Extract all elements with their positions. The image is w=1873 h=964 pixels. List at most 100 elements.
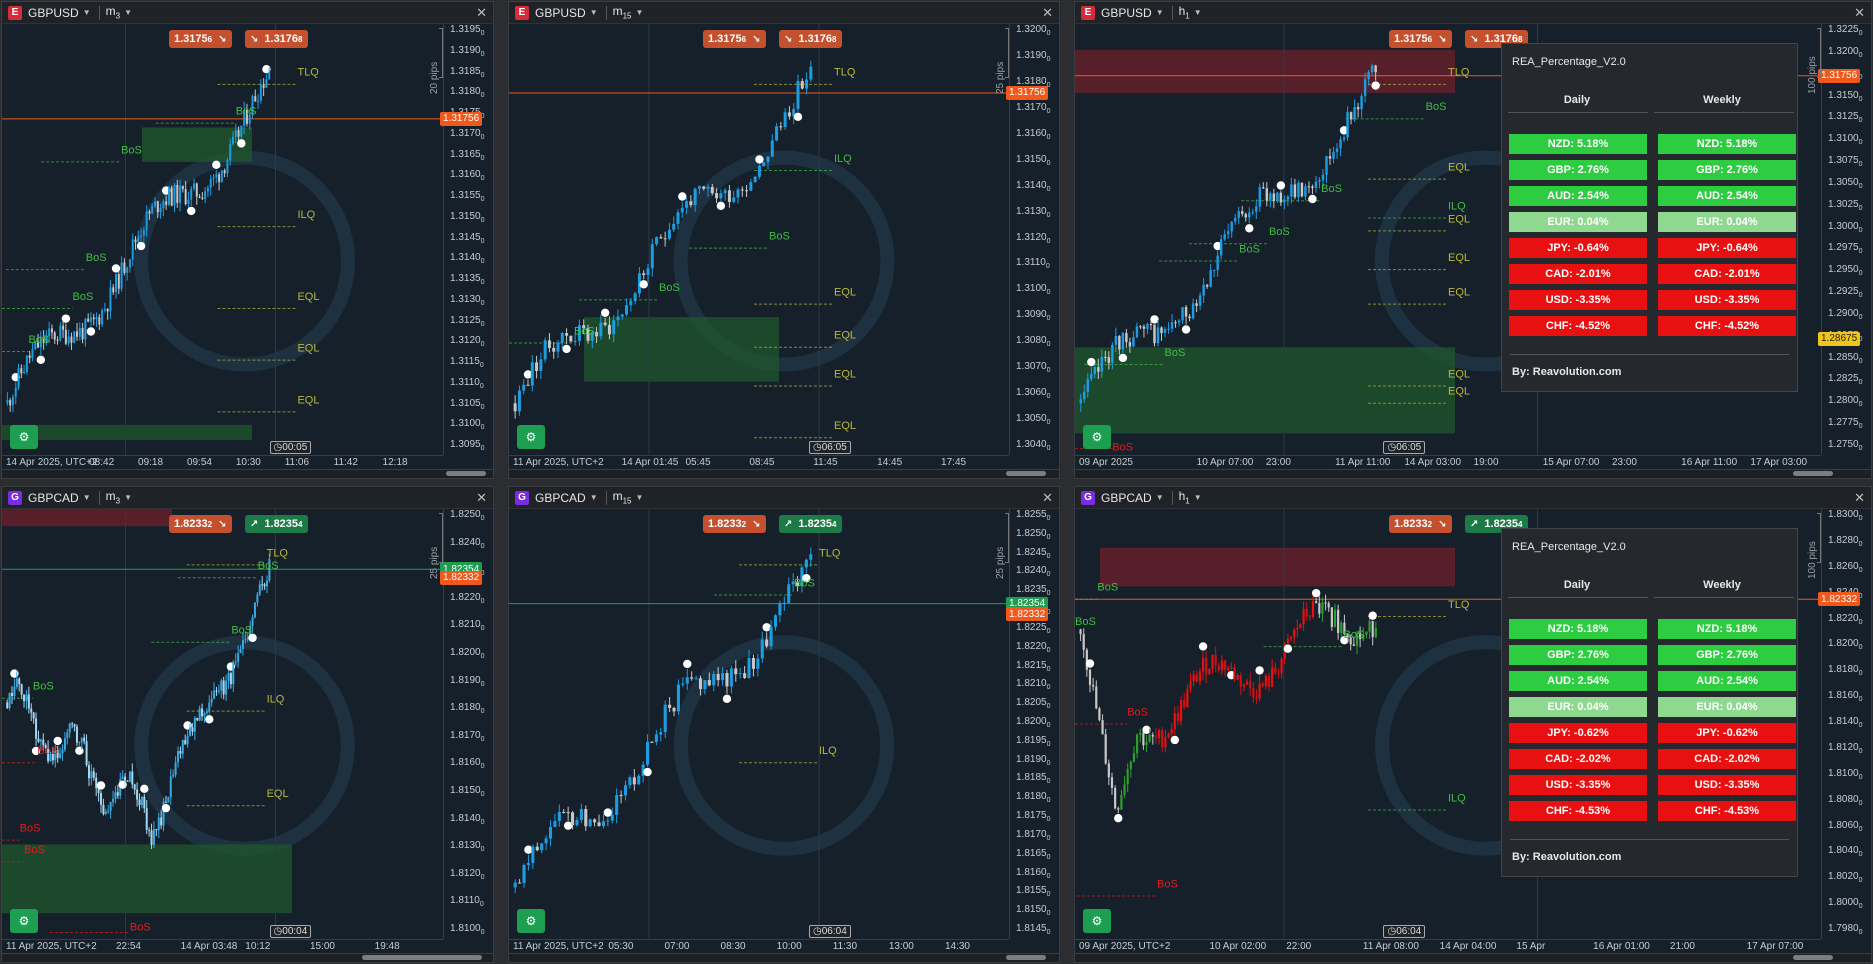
- close-icon[interactable]: ✕: [1042, 5, 1053, 21]
- chart-panel-p6[interactable]: G GBPCAD ▼ h1 ▼ ✕ BoS TLQ BoS BoS BoS ILQ BoS ⚙ 1.8233…: [1074, 486, 1872, 963]
- price-tick-pipette: 0: [1858, 644, 1863, 652]
- bid-price-button[interactable]: 1.3175 6 ↘: [169, 30, 232, 48]
- chart-panel-p1[interactable]: E GBPUSD ▼ m3 ▼ ✕ TLQ BoS BoS ILQ BoS BoS EQL BoS EQL E…: [1, 1, 494, 479]
- price-axis-label: 1.31900: [450, 45, 485, 58]
- bot-icon[interactable]: ⚙: [1083, 909, 1111, 933]
- time-axis[interactable]: 09 Apr 2025, UTC+2 10 Apr 02:00 22:00 11 Ap…: [1075, 939, 1821, 953]
- symbol-dropdown-icon[interactable]: ▼: [83, 493, 91, 502]
- scrollbar-thumb[interactable]: [1005, 955, 1046, 960]
- candle-body: [109, 802, 112, 811]
- arrow-down-right-icon: ↘: [784, 33, 793, 45]
- symbol-name[interactable]: GBPUSD: [1101, 6, 1152, 20]
- candle-body: [1293, 184, 1297, 198]
- candle-body: [9, 400, 12, 406]
- timeframe-dropdown-icon[interactable]: ▼: [1194, 493, 1202, 502]
- symbol-dropdown-icon[interactable]: ▼: [1156, 8, 1164, 17]
- time-axis-label: 11:06: [284, 457, 310, 468]
- time-axis[interactable]: 11 Apr 2025, UTC+2 14 Apr 01:45 05:45 08:45…: [509, 455, 1009, 469]
- close-icon[interactable]: ✕: [476, 490, 487, 506]
- horizontal-scrollbar[interactable]: [509, 469, 1059, 477]
- timeframe-dropdown-icon[interactable]: ▼: [124, 493, 132, 502]
- timeframe[interactable]: h1: [1179, 4, 1190, 20]
- price-tick: 1.3200: [1828, 45, 1859, 57]
- chart-panel-p3[interactable]: E GBPUSD ▼ h1 ▼ ✕ TLQ BoS EQL BoS ILQ EQL BoS EQL BoS E…: [1074, 1, 1872, 479]
- price-chart[interactable]: TLQ BoS BoS ILQ BoS BoS EQL BoS EQL EQL: [2, 24, 443, 455]
- time-axis-label: 12:18: [382, 457, 408, 468]
- chart-panel-p2[interactable]: E GBPUSD ▼ m15 ▼ ✕ TLQ ILQ BoS BoS EQL BoS EQL EQL EQL…: [508, 1, 1060, 479]
- price-chart[interactable]: TLQ ILQ BoS BoS EQL BoS EQL EQL EQL: [509, 24, 1009, 455]
- timeframe-dropdown-icon[interactable]: ▼: [124, 8, 132, 17]
- ask-price-button[interactable]: ↘ 1.3176 8: [245, 30, 308, 48]
- price-axis[interactable]: 1.825501.825001.824501.824001.823501.823…: [1006, 509, 1059, 939]
- symbol-name[interactable]: GBPCAD: [1101, 491, 1152, 505]
- horizontal-scrollbar[interactable]: [2, 953, 493, 961]
- candle-body: [809, 66, 813, 80]
- close-icon[interactable]: ✕: [1854, 490, 1865, 506]
- time-axis-label: 21:00: [1669, 941, 1695, 952]
- timeframe[interactable]: h1: [1179, 489, 1190, 505]
- time-axis[interactable]: 11 Apr 2025, UTC+2 05:30 07:00 08:30 10:00 11…: [509, 939, 1009, 953]
- price-axis-label: 1.30400: [1016, 439, 1051, 452]
- candle-body: [265, 580, 268, 587]
- symbol-dropdown-icon[interactable]: ▼: [590, 8, 598, 17]
- structure-label: BoS: [1157, 878, 1178, 890]
- price-tick: 1.8170: [450, 729, 481, 741]
- timeframe[interactable]: m3: [106, 489, 120, 505]
- horizontal-scrollbar[interactable]: [1075, 953, 1871, 961]
- scrollbar-thumb[interactable]: [1793, 471, 1834, 476]
- candle-body: [743, 673, 747, 678]
- price-axis[interactable]: 1.322501.320001.317501.315001.312501.310…: [1818, 24, 1871, 455]
- symbol-name[interactable]: GBPCAD: [28, 491, 79, 505]
- bot-icon[interactable]: ⚙: [517, 909, 545, 933]
- bid-price-button[interactable]: 1.8233 2 ↘: [703, 515, 766, 533]
- symbol-name[interactable]: GBPUSD: [28, 6, 79, 20]
- scrollbar-thumb[interactable]: [361, 955, 482, 960]
- time-axis-label: 05:45: [685, 457, 711, 468]
- scrollbar-thumb[interactable]: [1005, 471, 1046, 476]
- close-icon[interactable]: ✕: [476, 5, 487, 21]
- bid-price-button[interactable]: 1.3175 6 ↘: [1389, 30, 1452, 48]
- time-axis[interactable]: 14 Apr 2025, UTC+2 08:42 09:18 09:54 10:30 11…: [2, 455, 443, 469]
- price-axis[interactable]: 1.32000 1.31900 1.31800 1.31700 1.31600 1.315…: [1006, 24, 1059, 455]
- price-tick-pipette: 0: [1046, 910, 1051, 918]
- ask-price-button[interactable]: ↗ 1.8235 4: [779, 515, 842, 533]
- symbol-dropdown-icon[interactable]: ▼: [1156, 493, 1164, 502]
- bid-price-button[interactable]: 1.3175 6 ↘: [703, 30, 766, 48]
- timeframe[interactable]: m15: [613, 4, 632, 20]
- symbol-name[interactable]: GBPUSD: [535, 6, 586, 20]
- price-axis[interactable]: 1.830001.828001.826001.824001.822001.820…: [1818, 509, 1871, 939]
- bid-price-button[interactable]: 1.8233 2 ↘: [169, 515, 232, 533]
- bot-icon[interactable]: ⚙: [517, 425, 545, 449]
- timeframe[interactable]: m15: [613, 489, 632, 505]
- symbol-name[interactable]: GBPCAD: [535, 491, 586, 505]
- bot-icon[interactable]: ⚙: [1083, 425, 1111, 449]
- close-icon[interactable]: ✕: [1854, 5, 1865, 21]
- bot-icon[interactable]: ⚙: [10, 425, 38, 449]
- candle-body: [1300, 182, 1304, 197]
- symbol-dropdown-icon[interactable]: ▼: [590, 493, 598, 502]
- price-axis[interactable]: 1.319501.319001.318501.318001.317501.317…: [440, 24, 493, 455]
- close-icon[interactable]: ✕: [1042, 490, 1053, 506]
- chart-panel-p4[interactable]: G GBPCAD ▼ m3 ▼ ✕ TLQ BoS BoS ILQ BoS BoS EQL BoS BoS B…: [1, 486, 494, 963]
- price-chart[interactable]: TLQ BoS ILQ: [509, 509, 1009, 939]
- timeframe-dropdown-icon[interactable]: ▼: [636, 493, 644, 502]
- horizontal-scrollbar[interactable]: [2, 469, 493, 477]
- ask-price-button[interactable]: ↘ 1.3176 8: [779, 30, 842, 48]
- price-chart[interactable]: TLQBoSBoSILQBoSBoSEQLBoSBoSBoS: [2, 509, 443, 939]
- bid-price-button[interactable]: 1.8233 2 ↘: [1389, 515, 1452, 533]
- ask-price-button[interactable]: ↗ 1.8235 4: [245, 515, 308, 533]
- chart-panel-p5[interactable]: G GBPCAD ▼ m15 ▼ ✕ TLQ BoS ILQ ⚙ 1.8233 2 ↘ ↗ 1.8235 4 1…: [508, 486, 1060, 963]
- time-axis[interactable]: 11 Apr 2025, UTC+2 22:54 14 Apr 03:48 10:12…: [2, 939, 443, 953]
- price-axis[interactable]: 1.825001.824001.823001.822001.821001.820…: [440, 509, 493, 939]
- horizontal-scrollbar[interactable]: [1075, 469, 1871, 477]
- scrollbar-thumb[interactable]: [1793, 955, 1834, 960]
- timeframe-dropdown-icon[interactable]: ▼: [636, 8, 644, 17]
- bot-icon[interactable]: ⚙: [10, 909, 38, 933]
- candle-body: [650, 244, 654, 269]
- timeframe[interactable]: m3: [106, 4, 120, 20]
- timeframe-dropdown-icon[interactable]: ▼: [1194, 8, 1202, 17]
- scrollbar-thumb[interactable]: [445, 471, 486, 476]
- symbol-dropdown-icon[interactable]: ▼: [83, 8, 91, 17]
- time-axis[interactable]: 09 Apr 2025 10 Apr 07:00 23:00 11 Apr 11:00…: [1075, 455, 1821, 469]
- horizontal-scrollbar[interactable]: [509, 953, 1059, 961]
